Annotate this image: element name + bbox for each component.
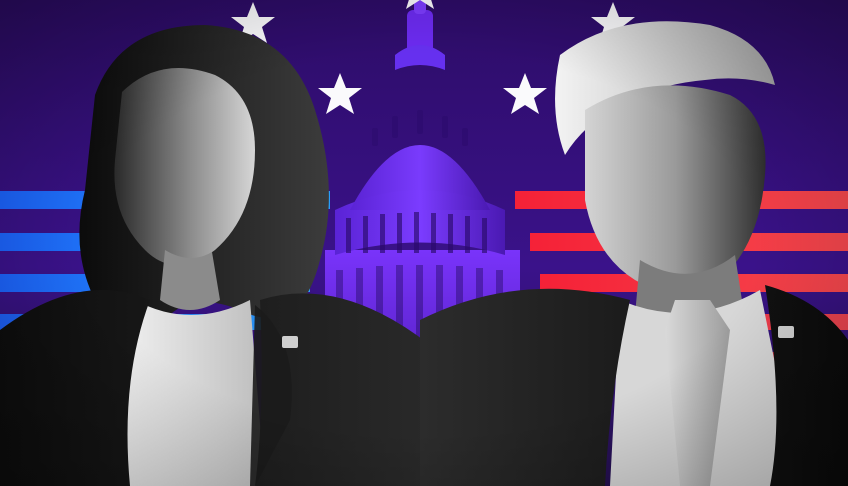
- left-shirt: [120, 300, 265, 486]
- flag-pin-left: [282, 336, 298, 348]
- right-face: [585, 85, 766, 292]
- political-collage: [0, 0, 848, 486]
- right-portrait: [420, 21, 848, 486]
- left-portrait: [0, 25, 440, 486]
- portraits-layer: [0, 21, 848, 486]
- left-neck: [160, 250, 220, 310]
- flag-pin-right: [778, 326, 794, 338]
